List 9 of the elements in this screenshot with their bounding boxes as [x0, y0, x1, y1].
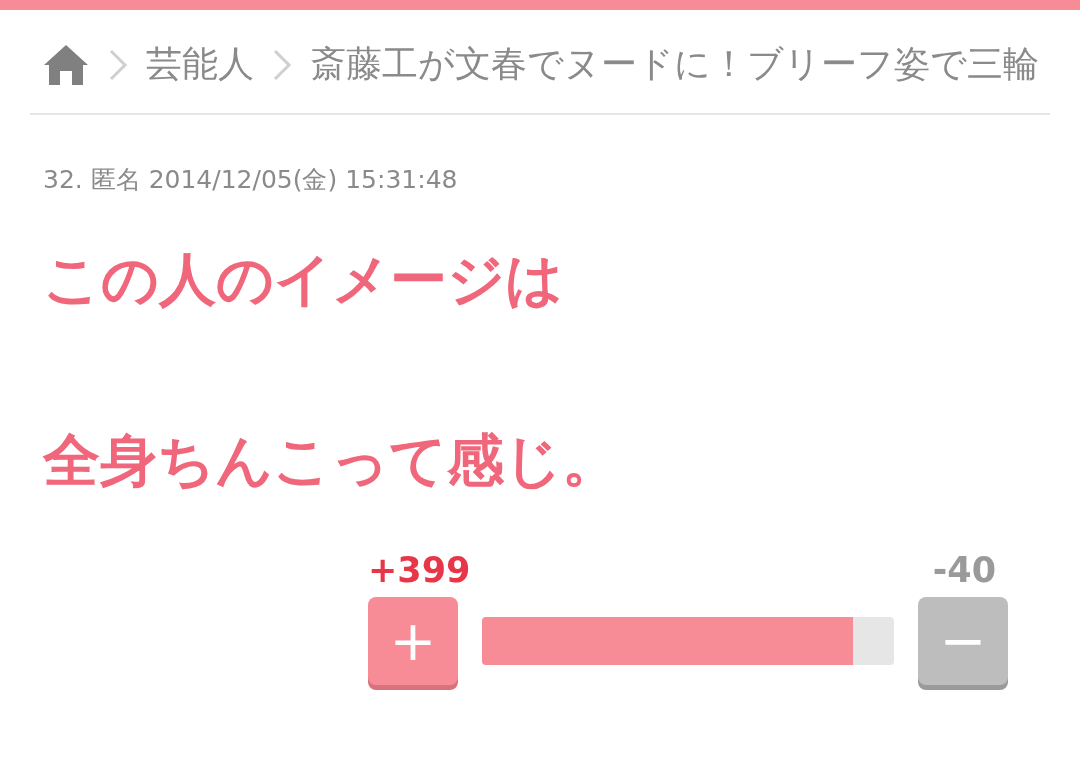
comment-text: 全身ちんこって感じ。	[43, 428, 620, 492]
breadcrumb-link[interactable]: 芸能人	[146, 40, 254, 89]
comment-meta: 32. 匿名 2014/12/05(金) 15:31:48	[43, 164, 459, 196]
chevron-icon	[108, 47, 128, 82]
minus-count: -40	[932, 550, 996, 591]
plus-count: +399	[368, 549, 471, 592]
home-icon[interactable]	[42, 42, 90, 87]
chevron-icon	[272, 47, 292, 82]
comment-text: この人のイメージは	[43, 248, 564, 311]
